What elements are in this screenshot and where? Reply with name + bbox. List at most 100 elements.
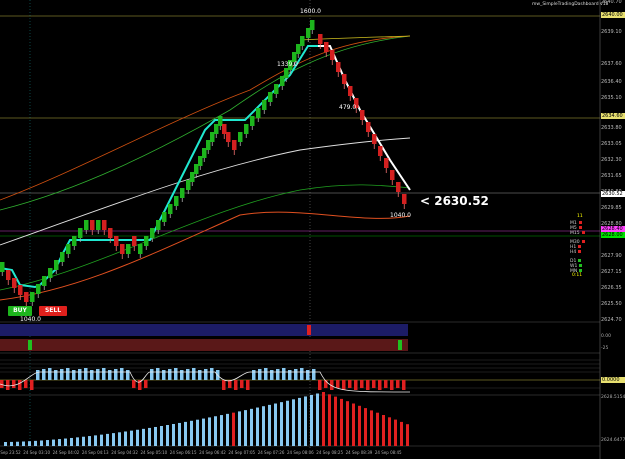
ma-green-slow: [0, 184, 411, 291]
volume-bar: [274, 403, 277, 446]
volume-bar: [346, 401, 349, 446]
ind1-top-scale: 0.00: [601, 334, 612, 339]
volume-bar: [316, 393, 319, 446]
time-axis-label: 24 Sep 04:13: [81, 450, 109, 455]
histogram-bar: [288, 370, 292, 380]
renko-brick: [66, 244, 71, 254]
price-scale-label: 2625.50: [601, 301, 622, 307]
histogram-bar: [66, 368, 70, 380]
sell-button[interactable]: SELL: [39, 306, 67, 316]
histogram-bar: [270, 370, 274, 380]
price-scale-label: 2624.70: [601, 317, 622, 323]
volume-bar: [280, 402, 283, 446]
renko-brick: [114, 236, 119, 246]
dashboard-row-m15: M15: [570, 231, 585, 236]
histogram-bar: [60, 369, 64, 380]
mid-label: 1339.0: [277, 61, 298, 68]
histogram-bar: [306, 370, 310, 380]
histogram-bar: [186, 369, 190, 380]
renko-brick: [90, 220, 95, 230]
status-square-icon: [579, 269, 583, 272]
time-axis-label: 24 Sep 23:52: [0, 450, 21, 455]
volume-bar: [208, 417, 211, 446]
volume-bar: [130, 430, 133, 446]
histogram-bar: [192, 368, 196, 380]
renko-brick: [54, 260, 59, 270]
renko-brick: [132, 236, 137, 246]
volume-bar: [304, 396, 307, 446]
volume-bar: [322, 392, 325, 446]
renko-brick: [342, 74, 347, 84]
volume-bar: [124, 431, 127, 446]
histogram-bar: [96, 369, 100, 380]
volume-bar: [106, 433, 109, 446]
histogram-bar: [150, 369, 154, 380]
trading-chart[interactable]: [0, 0, 625, 459]
volume-bar: [64, 438, 67, 446]
histogram-bar: [36, 370, 40, 380]
volume-bar: [220, 415, 223, 446]
time-axis-label: 24 Sep 05:10: [140, 450, 168, 455]
volume-bar: [142, 428, 145, 446]
histogram-bar: [198, 370, 202, 380]
volume-bar: [34, 440, 37, 446]
ma-green-fast: [0, 35, 411, 211]
renko-brick: [162, 212, 167, 222]
volume-bar: [406, 424, 409, 446]
time-axis-label: 24 Sep 06:42: [199, 450, 226, 455]
renko-brick: [48, 268, 53, 278]
indicator-panel-2: [0, 359, 600, 396]
histogram-bar: [114, 369, 118, 380]
low-label: 1040.0: [390, 212, 411, 219]
volume-bar: [184, 421, 187, 446]
price-scale-label: 2639.10: [601, 29, 622, 35]
renko-brick: [226, 132, 231, 142]
volume-bar: [370, 410, 373, 446]
renko-brick: [232, 140, 237, 150]
price-scale-label: 2636.40: [601, 79, 622, 85]
renko-brick: [330, 50, 335, 60]
histogram-bar: [240, 380, 244, 388]
volume-bar: [88, 436, 91, 446]
histogram-bar: [342, 380, 346, 390]
time-axis-label: 24 Sep 03:10: [23, 450, 50, 455]
renko-brick: [256, 108, 261, 118]
renko-brick: [378, 146, 383, 156]
renko-brick: [150, 228, 155, 238]
time-axis-label: 24 Sep 07:26: [257, 450, 285, 455]
histogram-bar: [264, 368, 268, 380]
histogram-bar: [102, 368, 106, 380]
volume-bar: [166, 425, 169, 446]
volume-bar: [364, 408, 367, 446]
histogram-bar: [294, 369, 298, 380]
renko-brick: [300, 36, 305, 46]
renko-brick: [78, 228, 83, 238]
status-square-icon: [579, 264, 583, 267]
time-axis-label: 24 Sep 08:25: [316, 450, 343, 455]
renko-brick: [296, 44, 301, 54]
price-highlight-label: 2628.00: [601, 232, 625, 238]
volume-bar: [382, 415, 385, 446]
renko-brick: [102, 220, 107, 230]
renko-brick: [180, 188, 185, 198]
volume-bar: [28, 441, 31, 446]
histogram-bar: [354, 380, 358, 390]
histogram-bar: [366, 380, 370, 390]
buy-button[interactable]: BUY: [8, 306, 32, 316]
volume-bar: [22, 441, 25, 446]
price-scale-label: 2631.65: [601, 173, 622, 179]
renko-brick: [174, 196, 179, 206]
renko-brick: [6, 270, 11, 280]
histogram-bar: [282, 368, 286, 380]
time-axis-label: 24 Sep 04:32: [111, 450, 138, 455]
volume-bar: [226, 413, 229, 446]
ind1-bottom-scale: -25: [601, 346, 609, 351]
renko-brick: [360, 110, 365, 120]
volume-bar: [262, 406, 265, 446]
histogram-bar: [42, 369, 46, 380]
renko-brick: [206, 140, 211, 150]
renko-brick: [348, 86, 353, 96]
ind3-bottom-scale: 2624.6477: [601, 438, 625, 443]
indicator-panel-3: [0, 392, 600, 447]
renko-brick: [36, 284, 41, 294]
